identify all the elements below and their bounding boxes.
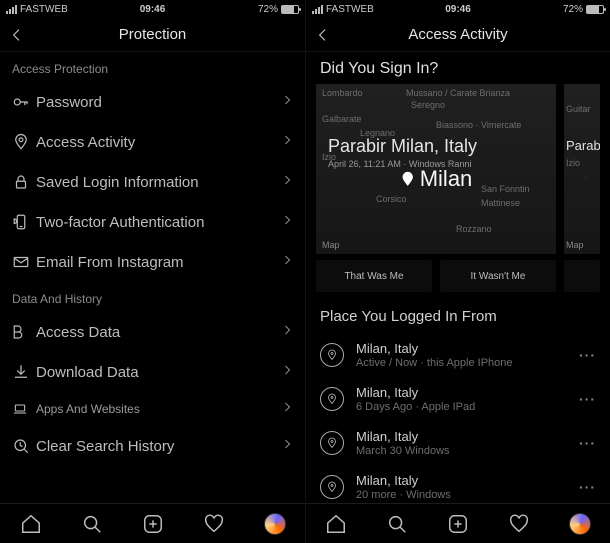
status-bar: FASTWEB 09:46 72% <box>306 0 610 18</box>
chevron-right-icon <box>281 173 293 191</box>
location-pin-icon <box>320 343 344 367</box>
section-data-history: Data And History <box>0 282 305 312</box>
signal-icon <box>312 5 323 14</box>
row-download-data[interactable]: Download Data <box>0 352 305 392</box>
card-location-title: Parabir Milan, Italy April 26, 11:21 AM … <box>328 136 477 169</box>
avatar-icon <box>569 513 591 535</box>
avatar-icon <box>264 513 286 535</box>
nav-profile[interactable] <box>263 512 287 536</box>
signin-prompt: Did You Sign In? <box>306 52 610 84</box>
signin-card-next[interactable]: Guitar Parabi Izio Map <box>564 84 600 254</box>
nav-new-post[interactable] <box>141 512 165 536</box>
screen-access-activity: FASTWEB 09:46 72% Access Activity Did Yo… <box>305 0 610 543</box>
content: Did You Sign In? Lombardo Mussano / Cara… <box>306 52 610 503</box>
chevron-right-icon <box>281 400 293 418</box>
chevron-right-icon <box>281 93 293 111</box>
database-icon <box>12 323 36 341</box>
more-icon[interactable]: ··· <box>579 435 596 451</box>
row-access-activity[interactable]: Access Activity <box>0 122 305 162</box>
carrier-label: FASTWEB <box>20 4 68 15</box>
map-center-pin: Milan <box>400 166 473 192</box>
nav-profile[interactable] <box>568 512 592 536</box>
more-icon[interactable]: ··· <box>579 347 596 363</box>
login-session-row[interactable]: Milan, Italy March 30 Windows ··· <box>306 421 610 465</box>
phone-shield-icon <box>12 213 36 231</box>
signin-card[interactable]: Lombardo Mussano / Carate Brianza Seregn… <box>316 84 556 254</box>
nav-activity[interactable] <box>507 512 531 536</box>
chevron-right-icon <box>281 213 293 231</box>
more-icon[interactable]: ··· <box>579 391 596 407</box>
nav-search[interactable] <box>80 512 104 536</box>
battery-pct: 72% <box>258 4 278 15</box>
row-access-data[interactable]: Access Data <box>0 312 305 352</box>
battery-icon <box>281 5 299 14</box>
logged-in-from-label: Place You Logged In From <box>306 292 610 333</box>
bottom-nav <box>306 503 610 543</box>
signin-cards: Lombardo Mussano / Carate Brianza Seregn… <box>306 84 610 254</box>
nav-activity[interactable] <box>202 512 226 536</box>
battery-pct: 72% <box>563 4 583 15</box>
this-was-me-button[interactable]: That Was Me <box>316 260 432 292</box>
page-header: Access Activity <box>306 18 610 52</box>
row-two-factor[interactable]: Two-factor Authentication <box>0 202 305 242</box>
map-credit: Map <box>322 240 340 250</box>
page-header: Protection <box>0 18 305 52</box>
content: Access Protection Password Access Activi… <box>0 52 305 503</box>
next-card-button-peek[interactable] <box>564 260 600 292</box>
chevron-right-icon <box>281 363 293 381</box>
laptop-icon <box>12 401 36 417</box>
location-pin-icon <box>320 475 344 499</box>
screen-protection: FASTWEB 09:46 72% Protection Access Prot… <box>0 0 305 543</box>
status-bar: FASTWEB 09:46 72% <box>0 0 305 18</box>
bottom-nav <box>0 503 305 543</box>
location-pin-icon <box>320 387 344 411</box>
row-clear-search-history[interactable]: Clear Search History <box>0 426 305 466</box>
nav-home[interactable] <box>324 512 348 536</box>
this-wasnt-me-button[interactable]: It Wasn't Me <box>440 260 556 292</box>
row-apps-websites[interactable]: Apps And Websites <box>0 392 305 426</box>
section-access-protection: Access Protection <box>0 52 305 82</box>
clock: 09:46 <box>140 4 166 15</box>
login-session-row[interactable]: Milan, Italy 20 more · Windows ··· <box>306 465 610 503</box>
nav-home[interactable] <box>19 512 43 536</box>
chevron-right-icon <box>281 437 293 455</box>
carrier-label: FASTWEB <box>326 4 374 15</box>
page-title: Protection <box>119 26 187 43</box>
chevron-right-icon <box>281 253 293 271</box>
nav-search[interactable] <box>385 512 409 536</box>
login-session-row[interactable]: Milan, Italy Active / Now · this Apple I… <box>306 333 610 377</box>
search-history-icon <box>12 437 36 455</box>
mail-icon <box>12 253 36 271</box>
more-icon[interactable]: ··· <box>579 479 596 495</box>
key-icon <box>12 93 36 111</box>
back-button[interactable] <box>306 18 340 52</box>
clock: 09:46 <box>445 4 471 15</box>
nav-new-post[interactable] <box>446 512 470 536</box>
back-button[interactable] <box>0 18 34 52</box>
page-title: Access Activity <box>408 26 507 43</box>
login-session-row[interactable]: Milan, Italy 6 Days Ago · Apple IPad ··· <box>306 377 610 421</box>
chevron-right-icon <box>281 133 293 151</box>
row-saved-login[interactable]: Saved Login Information <box>0 162 305 202</box>
lock-icon <box>12 173 36 191</box>
row-email-from-instagram[interactable]: Email From Instagram <box>0 242 305 282</box>
location-pin-icon <box>12 133 36 151</box>
battery-icon <box>586 5 604 14</box>
chevron-right-icon <box>281 323 293 341</box>
download-icon <box>12 363 36 381</box>
row-password[interactable]: Password <box>0 82 305 122</box>
signal-icon <box>6 5 17 14</box>
location-pin-icon <box>320 431 344 455</box>
